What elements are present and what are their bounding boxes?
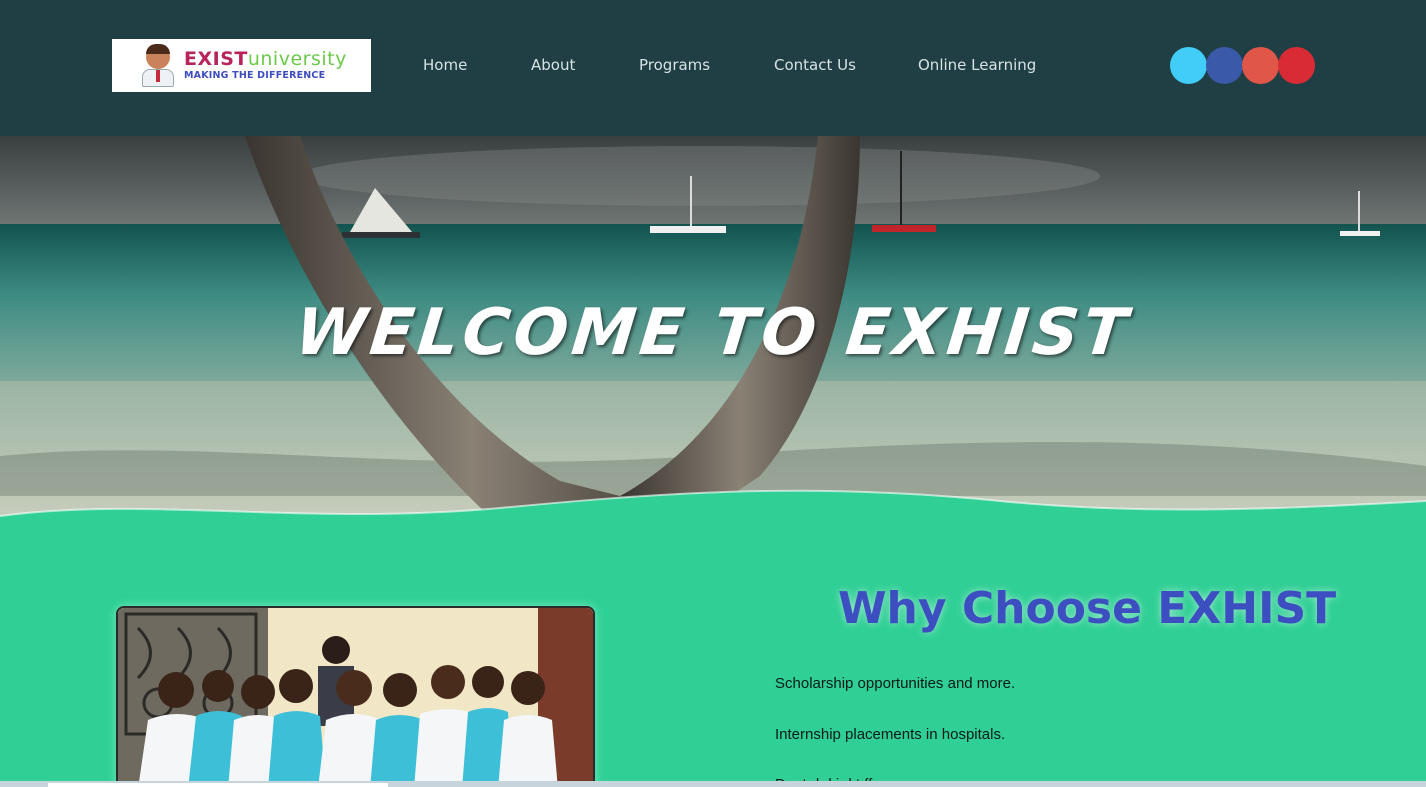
nav-programs[interactable]: Programs xyxy=(639,56,710,74)
social-dark-blue-icon[interactable] xyxy=(1206,47,1243,84)
logo-title: EXISTuniversity xyxy=(184,50,347,69)
logo-title-part2: university xyxy=(247,48,347,71)
nav-contact-us[interactable]: Contact Us xyxy=(774,56,856,74)
hero-banner: WELCOME TO EXHIST xyxy=(0,136,1426,566)
nav-online-learning[interactable]: Online Learning xyxy=(918,56,1036,74)
site-logo[interactable]: EXISTuniversity MAKING THE DIFFERENCE xyxy=(112,39,371,92)
scrollbar-thumb[interactable] xyxy=(48,783,388,787)
mascot-icon xyxy=(138,43,178,89)
hero-title: WELCOME TO EXHIST xyxy=(291,296,1135,370)
horizontal-scrollbar[interactable] xyxy=(0,781,1426,787)
social-red-icon[interactable] xyxy=(1278,47,1315,84)
logo-text: EXISTuniversity MAKING THE DIFFERENCE xyxy=(184,50,347,81)
students-photo xyxy=(116,606,595,787)
group-photo-image xyxy=(118,608,593,787)
nav-about[interactable]: About xyxy=(531,56,575,74)
why-choose-title: Why Choose EXHIST xyxy=(838,583,1337,634)
why-item-scholarship: Scholarship opportunities and more. xyxy=(775,675,1016,692)
social-light-blue-icon[interactable] xyxy=(1170,47,1207,84)
site-header: EXISTuniversity MAKING THE DIFFERENCE Ho… xyxy=(0,0,1426,136)
why-item-internship: Internship placements in hospitals. xyxy=(775,726,1006,743)
nav-home[interactable]: Home xyxy=(423,56,467,74)
logo-tagline: MAKING THE DIFFERENCE xyxy=(184,70,326,82)
logo-title-part1: EXIST xyxy=(184,48,248,71)
social-coral-icon[interactable] xyxy=(1242,47,1279,84)
